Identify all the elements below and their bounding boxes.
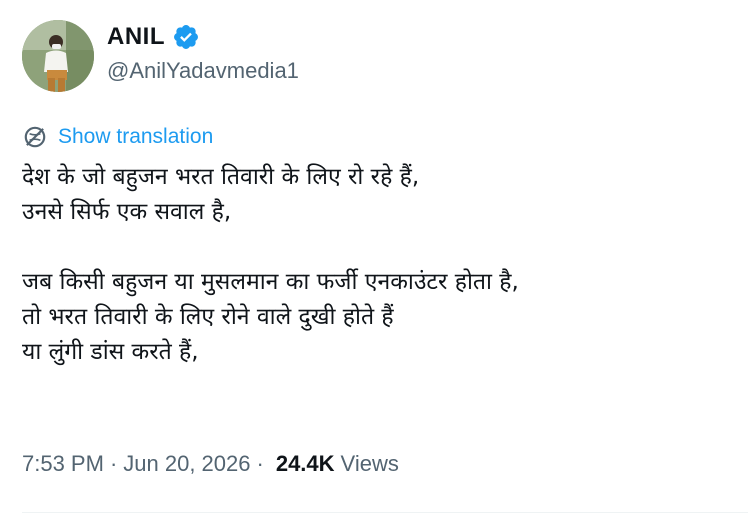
tweet-line: उनसे सिर्फ एक सवाल है, [22, 199, 232, 225]
meta-separator: · [109, 451, 118, 476]
tweet-date[interactable]: Jun 20, 2026 [123, 451, 250, 477]
globe-icon [22, 124, 48, 150]
divider [22, 512, 748, 513]
author-display-name[interactable]: ANIL [107, 23, 165, 51]
verified-badge-icon[interactable] [172, 23, 200, 51]
tweet-line: या लुंगी डांस करते हैं, [22, 339, 199, 365]
views-count[interactable]: 24.4K [276, 451, 335, 477]
author-handle[interactable]: @AnilYadavmedia1 [107, 58, 299, 84]
tweet-line: जब किसी बहुजन या मुसलमान का फर्जी एनकाउं… [22, 269, 519, 295]
avatar[interactable] [22, 20, 94, 92]
author-name-row[interactable]: ANIL [107, 22, 200, 52]
tweet-time[interactable]: 7:53 PM [22, 451, 104, 477]
avatar-image [22, 20, 94, 92]
views-label[interactable]: Views [341, 451, 399, 477]
tweet-line: तो भरत तिवारी के लिए रोने वाले दुखी होते… [22, 304, 394, 330]
show-translation-row[interactable]: Show translation [22, 123, 213, 151]
tweet-meta: 7:53 PM · Jun 20, 2026 · 24.4K Views [22, 449, 399, 479]
meta-separator: · [256, 451, 264, 476]
tweet-line: देश के जो बहुजन भरत तिवारी के लिए रो रहे… [22, 164, 420, 190]
tweet-text: देश के जो बहुजन भरत तिवारी के लिए रो रहे… [22, 160, 722, 370]
tweet-card: ANIL @AnilYadavmedia1 Show translation द… [0, 0, 748, 532]
show-translation-link[interactable]: Show translation [58, 125, 213, 149]
